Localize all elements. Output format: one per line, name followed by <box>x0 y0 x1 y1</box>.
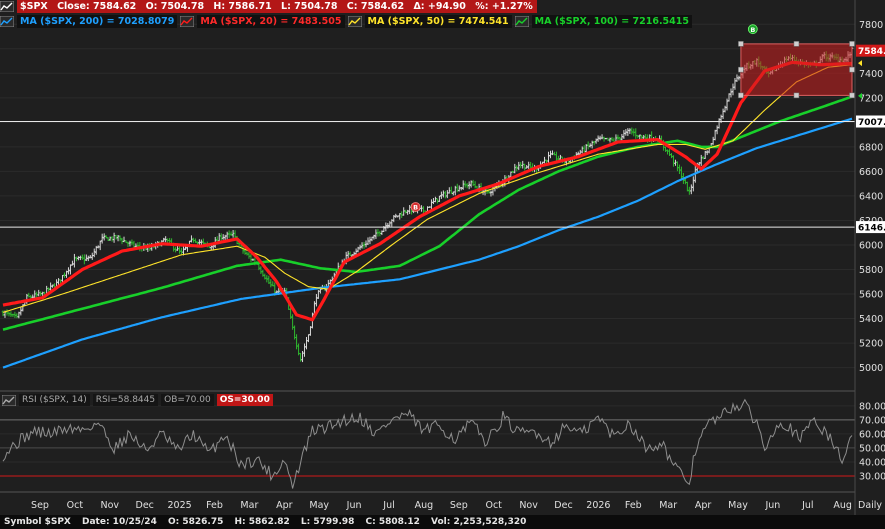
marker-label: B <box>750 26 755 34</box>
price-tick-label: 5000 <box>859 363 883 374</box>
quote-high: H: 7586.71 <box>213 1 272 12</box>
rsi-oversold: OS=30.00 <box>216 394 273 406</box>
price-tick-label: 5200 <box>859 339 883 350</box>
time-tick-label: Sep <box>450 500 468 511</box>
rsi-tick-label: 70.00 <box>859 415 885 426</box>
price-tick-label: 6000 <box>859 240 883 251</box>
status-volume: Vol: 2,253,528,320 <box>431 517 527 527</box>
time-tick-label: Apr <box>276 500 293 511</box>
time-tick-label: Nov <box>101 500 120 511</box>
time-tick-label: Sep <box>31 500 49 511</box>
status-open: O: 5826.75 <box>167 517 224 527</box>
box-handle <box>793 92 800 99</box>
status-close: C: 5808.12 <box>365 517 420 527</box>
box-handle <box>738 41 744 47</box>
time-tick-label: Mar <box>659 500 677 511</box>
status-bar: Symbol $SPX Date: 10/25/24 O: 5826.75 H:… <box>0 515 885 529</box>
box-handle <box>738 92 744 99</box>
rsi-tick-label: 60.00 <box>859 429 885 440</box>
ma-legend: MA ($SPX, 200) = 7028.8079 MA ($SPX, 20)… <box>0 15 694 28</box>
price-tick-label: 6800 <box>859 142 883 153</box>
quote-change: Δ: +94.90 <box>413 1 466 12</box>
status-symbol: Symbol $SPX <box>4 517 71 527</box>
rsi-value: RSI=58.8445 <box>92 394 159 406</box>
time-tick-label: May <box>728 500 748 511</box>
chart-line-icon <box>2 394 16 406</box>
time-tick-label: May <box>309 500 329 511</box>
chart-line-icon <box>0 1 14 12</box>
time-tick-label: 2025 <box>168 500 192 511</box>
time-tick-label: Feb <box>625 500 642 511</box>
chart-line-icon <box>347 16 362 27</box>
box-handle <box>849 66 855 73</box>
price-tick-label: 5800 <box>859 265 883 276</box>
ma100-legend: MA ($SPX, 100) = 7216.5415 <box>531 15 692 28</box>
status-high: H: 5862.82 <box>234 517 290 527</box>
quote-symbol: $SPX <box>20 1 48 12</box>
time-tick-label: Feb <box>206 500 223 511</box>
level-label: 6146. <box>858 224 885 234</box>
rsi-name: RSI ($SPX, 14) <box>19 394 90 406</box>
box-handle <box>849 92 855 99</box>
marker-label: B <box>413 204 418 212</box>
time-tick-label: Jun <box>764 500 780 511</box>
ma20-legend: MA ($SPX, 20) = 7483.505 <box>197 15 345 28</box>
status-date: Date: 10/25/24 <box>82 517 157 527</box>
quote-legend: $SPX Close: 7584.62 O: 7504.78 H: 7586.7… <box>0 0 539 13</box>
time-tick-label: Aug <box>415 500 434 511</box>
quote-close-2: C: 7584.62 <box>346 1 405 12</box>
rsi-legend: RSI ($SPX, 14) RSI=58.8445 OB=70.00 OS=3… <box>2 394 276 406</box>
rsi-tick-label: 50.00 <box>859 443 885 454</box>
price-tick-label: 7800 <box>859 20 883 31</box>
chart-line-icon <box>180 16 195 27</box>
time-tick-label: Apr <box>695 500 712 511</box>
price-axis: 5000520054005600580060006200640066006800… <box>856 20 885 374</box>
quote-low: L: 7504.78 <box>281 1 338 12</box>
time-tick-label: Jun <box>346 500 362 511</box>
chart-line-icon <box>0 16 14 27</box>
rsi-tick-label: 40.00 <box>859 457 885 468</box>
time-tick-label: Dec <box>136 500 154 511</box>
chart-line-icon <box>514 16 529 27</box>
time-tick-label: 2026 <box>586 500 610 511</box>
box-handle <box>738 66 744 73</box>
price-tick-label: 7400 <box>859 69 883 80</box>
price-tick-label: 6600 <box>859 167 883 178</box>
time-tick-label: Aug <box>833 500 852 511</box>
status-low: L: 5799.98 <box>300 517 355 527</box>
box-handle <box>793 41 800 47</box>
price-tick-label: 6400 <box>859 191 883 202</box>
price-tick-label: 7200 <box>859 93 883 104</box>
period-label: Daily <box>858 500 882 511</box>
highlight-box <box>740 43 853 96</box>
quote-summary: $SPX Close: 7584.62 O: 7504.78 H: 7586.7… <box>17 0 537 13</box>
time-tick-label: Mar <box>240 500 258 511</box>
quote-percent: %: +1.27% <box>475 1 533 12</box>
time-tick-label: Dec <box>554 500 572 511</box>
stock-chart: BB 5000520054005600580060006200640066006… <box>0 0 885 529</box>
time-tick-label: Jul <box>382 500 394 511</box>
time-tick-label: Oct <box>485 500 502 511</box>
price-label: 7584. <box>858 47 885 57</box>
rsi-tick-label: 80.00 <box>859 401 885 412</box>
time-tick-label: Nov <box>519 500 538 511</box>
rsi-overbought: OB=70.00 <box>161 394 214 406</box>
price-tick-label: 5600 <box>859 290 883 301</box>
rsi-tick-label: 30.00 <box>859 471 885 482</box>
ma200-legend: MA ($SPX, 200) = 7028.8079 <box>17 15 178 28</box>
time-tick-label: Jul <box>801 500 813 511</box>
level-label: 7007. <box>858 118 885 128</box>
box-handle <box>849 41 855 47</box>
quote-open: O: 7504.78 <box>145 1 205 12</box>
ma50-legend: MA ($SPX, 50) = 7474.541 <box>364 15 512 28</box>
quote-close: Close: 7584.62 <box>57 1 137 12</box>
time-tick-label: Oct <box>67 500 84 511</box>
price-tick-label: 5400 <box>859 314 883 325</box>
